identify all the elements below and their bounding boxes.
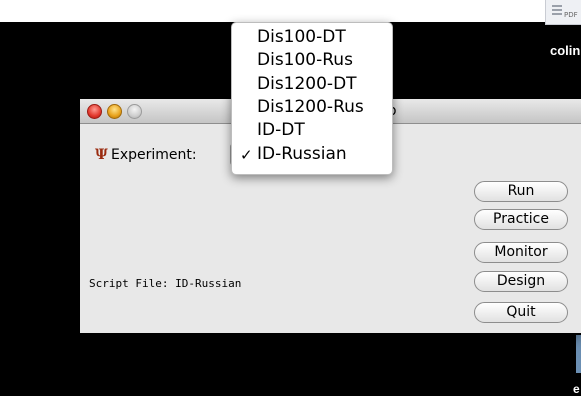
desktop-item-thumbnail[interactable] bbox=[576, 335, 581, 373]
practice-button[interactable]: Practice bbox=[474, 209, 568, 230]
menu-item-dis100-rus[interactable]: Dis100-Rus bbox=[257, 50, 353, 70]
run-button[interactable]: Run bbox=[474, 181, 568, 202]
psi-icon: Ψ bbox=[95, 147, 108, 163]
script-file-text: Script File: ID-Russian bbox=[89, 277, 242, 290]
monitor-button[interactable]: Monitor bbox=[474, 242, 568, 263]
desktop-item-label[interactable]: colin bbox=[550, 43, 580, 58]
menu-item-dis100-dt[interactable]: Dis100-DT bbox=[257, 27, 346, 47]
experiment-dropdown-menu: Dis100-DT Dis100-Rus Dis1200-DT Dis1200-… bbox=[231, 22, 393, 175]
menu-item-id-russian[interactable]: ID-Russian bbox=[257, 144, 347, 164]
zoom-window-button[interactable] bbox=[127, 104, 142, 119]
minimize-window-button[interactable] bbox=[107, 104, 122, 119]
experiment-label: Experiment: bbox=[111, 147, 197, 163]
menu-item-dis1200-dt[interactable]: Dis1200-DT bbox=[257, 74, 357, 94]
pdf-lines-icon bbox=[552, 5, 562, 7]
menu-item-id-dt[interactable]: ID-DT bbox=[257, 120, 305, 140]
checkmark-icon: ✓ bbox=[240, 146, 253, 164]
design-button[interactable]: Design bbox=[474, 271, 568, 292]
desktop-item-label[interactable]: e bbox=[573, 382, 580, 396]
pdf-icon-text: PDF bbox=[564, 11, 578, 19]
pdf-file-icon[interactable]: PDF bbox=[545, 0, 581, 25]
menu-item-dis1200-rus[interactable]: Dis1200-Rus bbox=[257, 97, 364, 117]
quit-button[interactable]: Quit bbox=[474, 302, 568, 323]
close-window-button[interactable] bbox=[87, 104, 102, 119]
top-white-strip bbox=[0, 0, 581, 22]
